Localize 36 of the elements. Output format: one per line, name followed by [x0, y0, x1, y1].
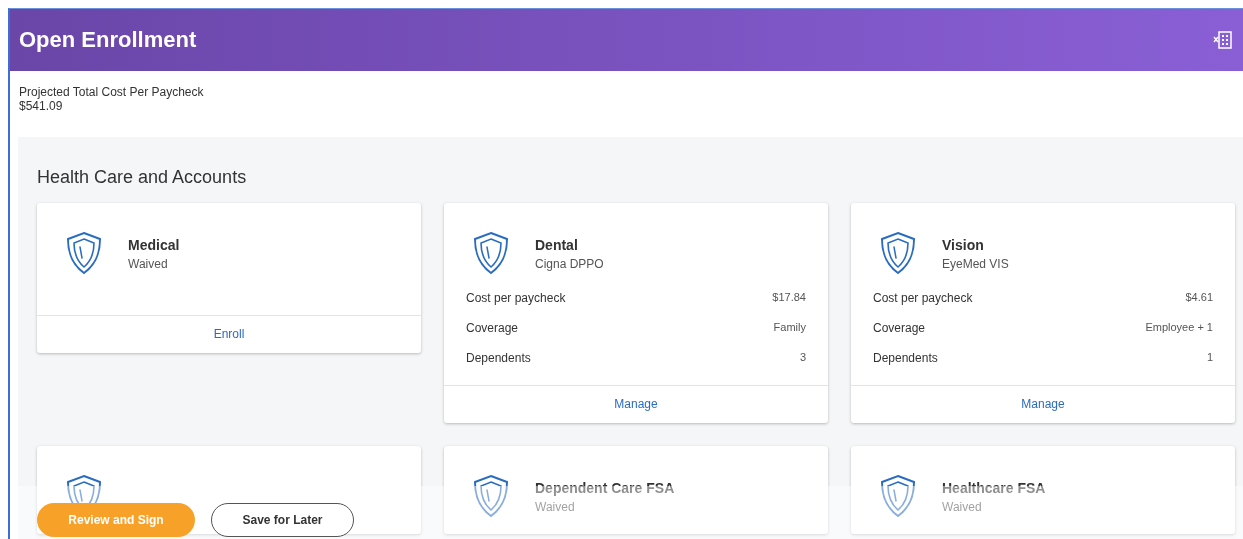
section-title: Health Care and Accounts — [37, 167, 248, 188]
detail-label: Cost per paycheck — [873, 291, 973, 305]
benefit-plan: Waived — [128, 257, 169, 271]
detail-label: Cost per paycheck — [466, 291, 566, 305]
detail-label: Coverage — [873, 321, 926, 335]
shield-icon — [473, 231, 509, 275]
benefit-name: Dental — [535, 237, 579, 253]
benefit-name: Healthcare FSA — [942, 480, 1046, 496]
benefit-name: Dependent Care FSA — [535, 480, 675, 496]
card-action-link[interactable]: Enroll — [37, 315, 421, 353]
benefit-plan: Waived — [535, 500, 576, 514]
shield-icon — [880, 474, 916, 518]
card-action-link[interactable]: Manage — [444, 385, 828, 423]
detail-value: 3 — [799, 351, 806, 365]
page-title: Open Enrollment — [19, 27, 197, 53]
benefit-plan: Cigna DPPO — [535, 257, 604, 271]
benefit-plan: EyeMed VIS — [942, 257, 1009, 271]
shield-icon — [473, 474, 509, 518]
shield-icon — [66, 231, 102, 275]
detail-label: Dependents — [873, 351, 938, 365]
benefit-name: Vision — [942, 237, 985, 253]
summary-value: $541.09 — [19, 99, 64, 113]
detail-value: Family — [773, 321, 806, 335]
card-action-link[interactable]: Manage — [851, 385, 1235, 423]
summary-label: Projected Total Cost Per Paycheck — [19, 85, 205, 99]
detail-label: Coverage — [466, 321, 519, 335]
detail-value: $17.84 — [772, 291, 806, 305]
detail-value: Employee + 1 — [1145, 321, 1213, 335]
spreadsheet-export-icon[interactable] — [1213, 30, 1233, 50]
benefit-plan: Waived — [942, 500, 983, 514]
detail-label: Dependents — [466, 351, 531, 365]
shield-icon — [880, 231, 916, 275]
benefit-name: Medical — [128, 237, 180, 253]
detail-value: $4.61 — [1185, 291, 1213, 305]
detail-value: 1 — [1206, 351, 1213, 365]
save-button[interactable]: Save for Later — [211, 503, 354, 537]
